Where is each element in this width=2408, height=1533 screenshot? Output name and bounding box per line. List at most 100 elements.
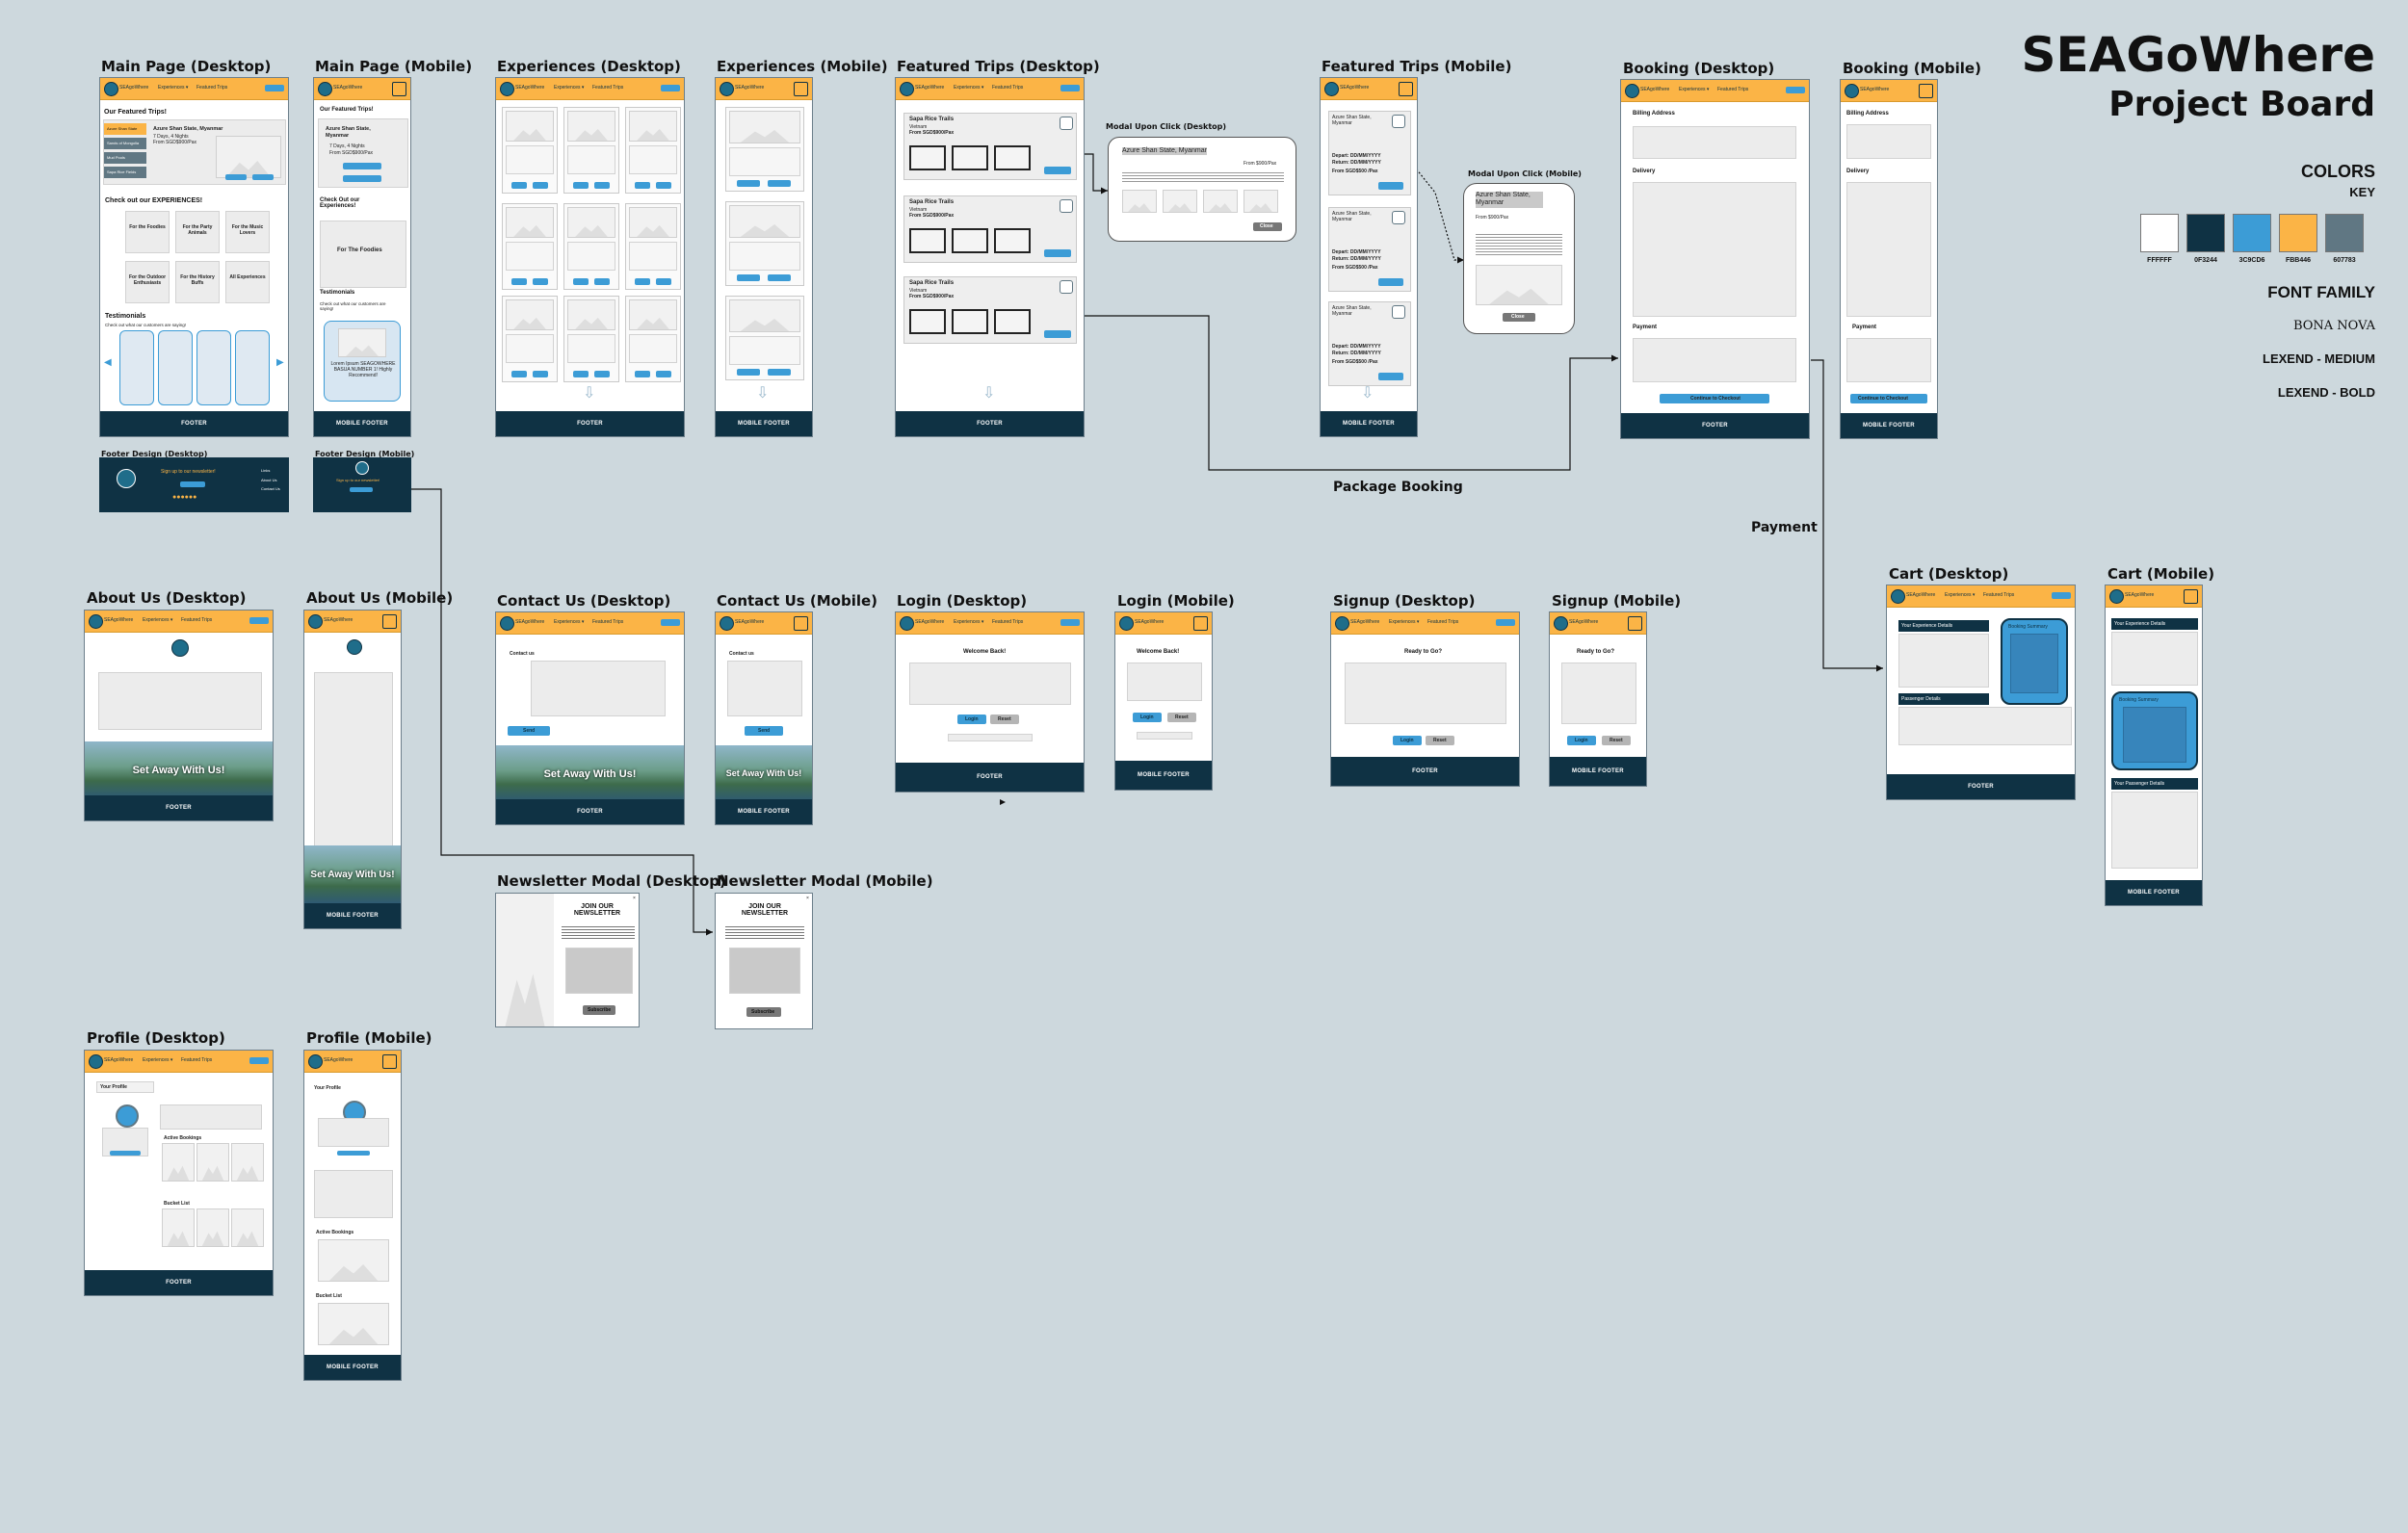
nav-featured[interactable]: Featured Trips bbox=[181, 617, 212, 623]
experience-card-button[interactable] bbox=[737, 369, 760, 376]
logo-icon[interactable] bbox=[1554, 616, 1568, 631]
cart-button[interactable] bbox=[265, 85, 284, 91]
delivery-field[interactable] bbox=[1633, 182, 1796, 317]
menu-icon[interactable] bbox=[392, 82, 406, 96]
logo-icon[interactable] bbox=[900, 616, 914, 631]
scroll-down-icon[interactable]: ⇩ bbox=[1361, 384, 1374, 403]
active-booking-1[interactable] bbox=[318, 1239, 389, 1282]
experience-card-button[interactable] bbox=[635, 182, 650, 189]
logo-icon[interactable] bbox=[308, 1054, 323, 1069]
nav-experiences[interactable]: Experiences ▾ bbox=[143, 617, 172, 623]
side-tab-1[interactable]: Azure Shan State bbox=[104, 123, 146, 135]
logo-icon[interactable] bbox=[89, 1054, 103, 1069]
footer-links[interactable]: Links About Us Contact Us bbox=[261, 468, 280, 492]
carousel-prev-icon[interactable]: ◀ bbox=[104, 357, 112, 369]
trip-checkbox-icon[interactable] bbox=[1392, 115, 1405, 128]
nav-experiences[interactable]: Experiences ▾ bbox=[1679, 87, 1709, 92]
footer-social-icons[interactable]: ●●●●●● bbox=[172, 494, 196, 502]
nav-experiences[interactable]: Experiences ▾ bbox=[954, 85, 983, 91]
logo-icon[interactable] bbox=[500, 616, 514, 631]
experience-card-button[interactable] bbox=[594, 182, 610, 189]
experience-card-button[interactable] bbox=[533, 371, 548, 377]
side-tab-3[interactable]: Mud Pools bbox=[104, 152, 146, 164]
trip-button-2[interactable] bbox=[252, 174, 274, 180]
cart-button[interactable] bbox=[249, 1057, 269, 1064]
signup-fields[interactable] bbox=[1561, 663, 1636, 724]
nav-featured[interactable]: Featured Trips bbox=[1427, 619, 1458, 625]
experience-card-button[interactable] bbox=[533, 182, 548, 189]
payment-field[interactable] bbox=[1633, 338, 1796, 382]
experience-card-button[interactable] bbox=[573, 371, 589, 377]
trip-checkbox-icon[interactable] bbox=[1060, 117, 1073, 130]
trip-checkbox-icon[interactable] bbox=[1060, 280, 1073, 294]
nav-experiences[interactable]: Experiences ▾ bbox=[554, 85, 584, 91]
trip-button-1[interactable] bbox=[343, 163, 381, 169]
billing-field[interactable] bbox=[1633, 126, 1796, 159]
lets-go-button[interactable] bbox=[1044, 330, 1071, 338]
trip-checkbox-icon[interactable] bbox=[1392, 305, 1405, 319]
menu-icon[interactable] bbox=[1628, 616, 1642, 631]
trip-button-1[interactable] bbox=[225, 174, 247, 180]
cart-button[interactable] bbox=[1060, 85, 1080, 91]
logo-icon[interactable] bbox=[900, 82, 914, 96]
logo-icon[interactable] bbox=[1625, 84, 1639, 98]
menu-icon[interactable] bbox=[382, 614, 397, 629]
active-booking-1[interactable] bbox=[162, 1143, 195, 1182]
cart-button[interactable] bbox=[2052, 592, 2071, 599]
side-tab-4[interactable]: Sapa Rice Fields bbox=[104, 167, 146, 178]
logo-icon[interactable] bbox=[1324, 82, 1339, 96]
lets-go-button[interactable] bbox=[1378, 182, 1403, 190]
menu-icon[interactable] bbox=[1919, 84, 1933, 98]
experience-card-button[interactable] bbox=[656, 371, 671, 377]
experience-tile[interactable] bbox=[225, 261, 270, 303]
trip-checkbox-icon[interactable] bbox=[1060, 199, 1073, 213]
logo-icon[interactable] bbox=[1335, 616, 1349, 631]
contact-message-field[interactable] bbox=[727, 661, 802, 716]
experience-card-button[interactable] bbox=[737, 274, 760, 281]
profile-avatar[interactable] bbox=[116, 1104, 139, 1128]
scroll-down-icon[interactable]: ⇩ bbox=[756, 384, 769, 403]
login-fields[interactable] bbox=[1127, 663, 1202, 701]
scroll-down-icon[interactable]: ⇩ bbox=[583, 384, 595, 403]
experience-card-button[interactable] bbox=[656, 278, 671, 285]
logo-icon[interactable] bbox=[500, 82, 514, 96]
experience-card-button[interactable] bbox=[511, 371, 527, 377]
lets-go-button[interactable] bbox=[1378, 278, 1403, 286]
experience-card-button[interactable] bbox=[573, 278, 589, 285]
menu-icon[interactable] bbox=[1193, 616, 1208, 631]
nav-featured[interactable]: Featured Trips bbox=[196, 85, 227, 91]
experience-card-button[interactable] bbox=[533, 278, 548, 285]
logo-icon[interactable] bbox=[1119, 616, 1134, 631]
logo-icon[interactable] bbox=[308, 614, 323, 629]
nav-featured[interactable]: Featured Trips bbox=[992, 85, 1023, 91]
signup-fields[interactable] bbox=[1345, 663, 1506, 724]
newsletter-email-field[interactable] bbox=[565, 948, 633, 994]
menu-icon[interactable] bbox=[1399, 82, 1413, 96]
bucket-item-1[interactable] bbox=[162, 1208, 195, 1247]
side-tab-2[interactable]: Sands of Mongolia bbox=[104, 138, 146, 149]
trip-checkbox-icon[interactable] bbox=[1392, 211, 1405, 224]
newsletter-close-icon[interactable]: × bbox=[633, 896, 636, 901]
logo-icon[interactable] bbox=[104, 82, 118, 96]
nav-featured[interactable]: Featured Trips bbox=[1717, 87, 1748, 92]
scroll-down-icon[interactable]: ⇩ bbox=[982, 384, 995, 403]
experience-card-button[interactable] bbox=[768, 369, 791, 376]
nav-featured[interactable]: Featured Trips bbox=[1983, 592, 2014, 598]
logo-icon[interactable] bbox=[1891, 589, 1905, 604]
lets-go-button[interactable] bbox=[1044, 249, 1071, 257]
experience-card-button[interactable] bbox=[768, 274, 791, 281]
delivery-field[interactable] bbox=[1846, 182, 1931, 317]
logo-icon[interactable] bbox=[1845, 84, 1859, 98]
bucket-item-3[interactable] bbox=[231, 1208, 264, 1247]
experience-card-button[interactable] bbox=[511, 182, 527, 189]
profile-edit-button[interactable] bbox=[337, 1151, 370, 1156]
logo-icon[interactable] bbox=[720, 82, 734, 96]
logo-icon[interactable] bbox=[2109, 589, 2124, 604]
experience-card-button[interactable] bbox=[768, 180, 791, 187]
nav-featured[interactable]: Featured Trips bbox=[592, 619, 623, 625]
nav-experiences[interactable]: Experiences ▾ bbox=[1945, 592, 1975, 598]
nav-experiences[interactable]: Experiences ▾ bbox=[954, 619, 983, 625]
nav-experiences[interactable]: Experiences ▾ bbox=[1389, 619, 1419, 625]
payment-field[interactable] bbox=[1846, 338, 1931, 382]
nav-experiences[interactable]: Experiences ▾ bbox=[158, 85, 188, 91]
